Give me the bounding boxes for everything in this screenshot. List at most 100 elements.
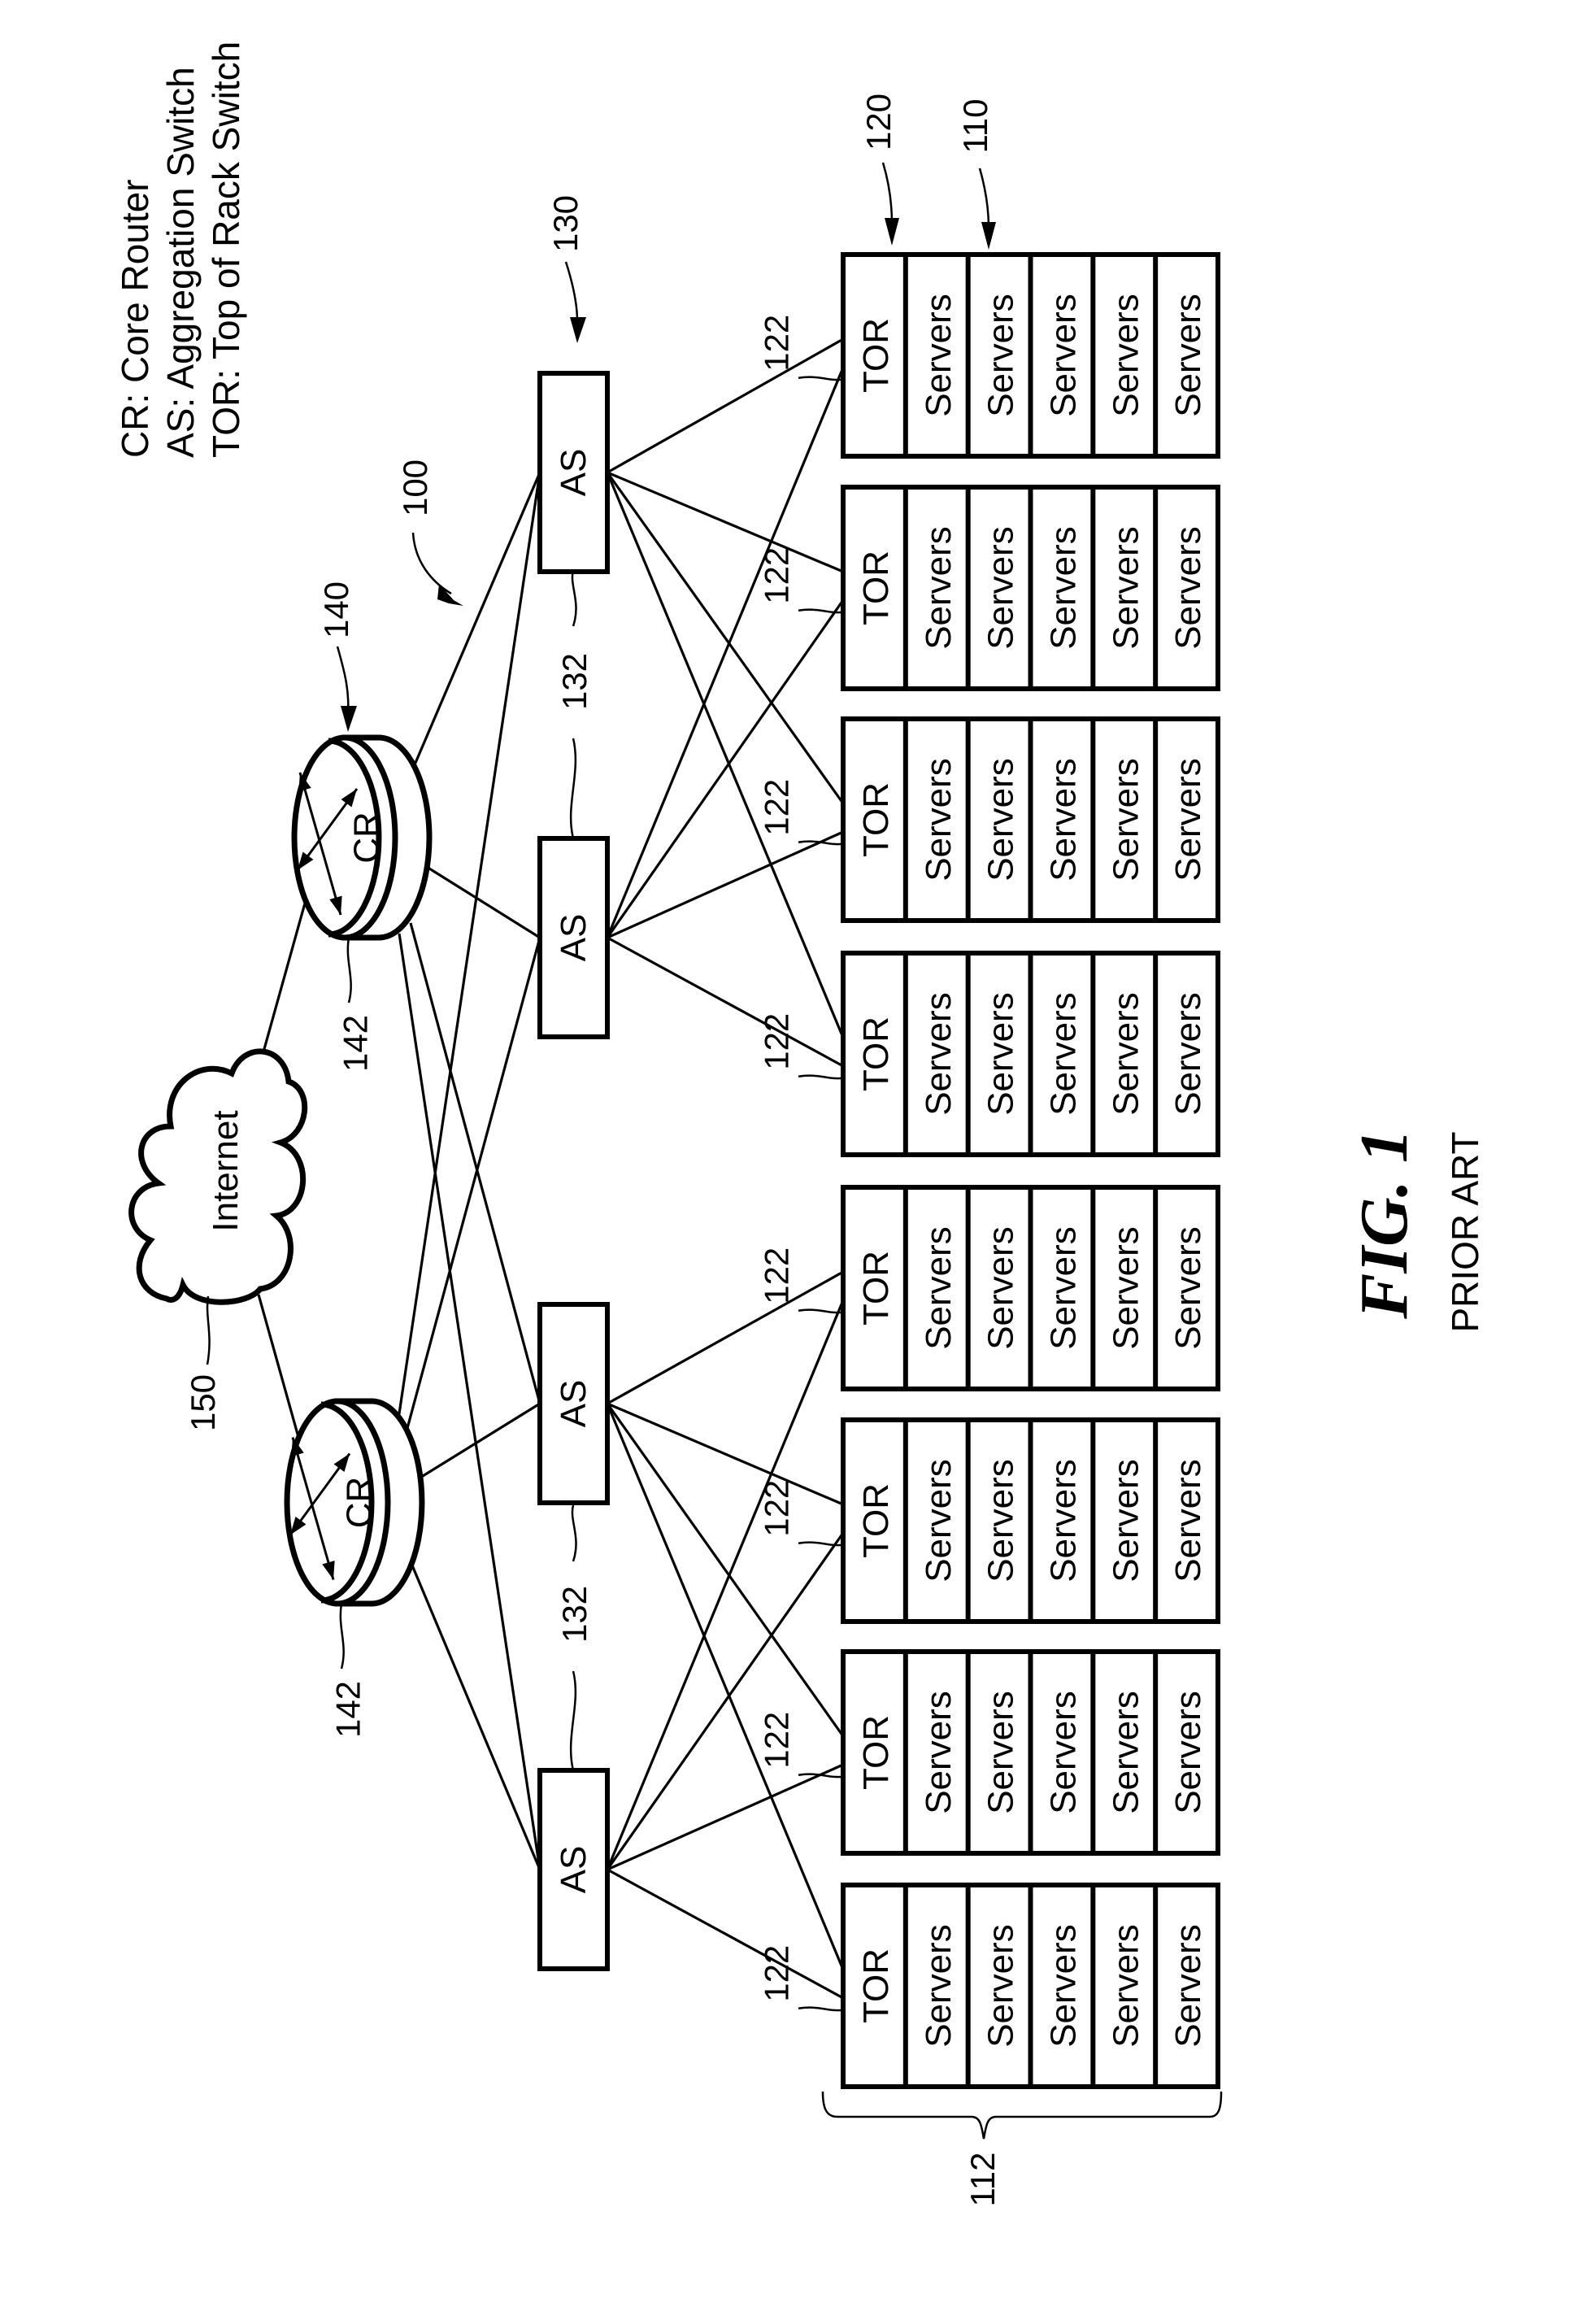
- rack-brace: [821, 2091, 1223, 2140]
- servers-label: Servers: [919, 1691, 959, 1814]
- servers-label: Servers: [919, 1924, 959, 2048]
- leader-130: [564, 261, 579, 322]
- servers-label: Servers: [1106, 1459, 1146, 1582]
- servers-label: Servers: [919, 992, 959, 1116]
- servers-label: Servers: [1106, 1226, 1146, 1350]
- link-as2-tor4: [607, 936, 844, 1068]
- ref-140: 140: [317, 581, 355, 638]
- ref-122: 122: [758, 1247, 796, 1304]
- rack-7: TOR Servers Servers Servers Servers Servers 12…: [758, 1649, 1220, 1856]
- leader-132-bot-b: [569, 1670, 577, 1771]
- ref-110: 110: [956, 99, 994, 154]
- leader-142: [339, 1603, 345, 1670]
- servers-label: Servers: [1168, 1226, 1208, 1350]
- servers-label: Servers: [1106, 1924, 1146, 2048]
- ref-122: 122: [758, 1712, 796, 1769]
- tor-label: TOR: [856, 318, 896, 393]
- servers-label: Servers: [919, 294, 959, 417]
- servers-label: Servers: [1168, 1459, 1208, 1582]
- core-router-2: CR 142: [284, 1398, 425, 1738]
- rack-1: TOR Servers Servers Servers Servers Servers 12…: [758, 252, 1220, 459]
- rack-6: TOR Servers Servers Servers Servers Servers 12…: [758, 1417, 1220, 1624]
- servers-label: Servers: [1106, 526, 1146, 650]
- legend-item-tor: TOR: Top of Rack Switch: [205, 41, 247, 458]
- leader-122: [798, 376, 844, 381]
- servers-label: Servers: [1168, 294, 1208, 417]
- leader-122: [798, 2006, 844, 2012]
- ref-132-top: 132: [555, 653, 594, 710]
- ref-100: 100: [396, 459, 434, 516]
- rack-5: TOR Servers Servers Servers Servers Servers 12…: [758, 1185, 1220, 1391]
- leader-122: [798, 1773, 844, 1778]
- ref-120: 120: [859, 94, 898, 150]
- servers-label: Servers: [919, 1226, 959, 1350]
- servers-label: Servers: [1106, 294, 1146, 417]
- ref-110-callout: 110: [956, 99, 996, 250]
- servers-label: Servers: [1043, 1924, 1083, 2048]
- ref-130-callout: 130: [546, 195, 586, 343]
- servers-label: Servers: [919, 1459, 959, 1582]
- aggregation-switch-3: AS: [537, 1302, 610, 1505]
- figure-title: FIG. 1: [1346, 1129, 1422, 1319]
- link-cr1-as2: [422, 863, 541, 939]
- servers-label: Servers: [981, 1924, 1021, 2048]
- network-diagram: CR: Core Router AS: Aggregation Switch T…: [114, 41, 1486, 2207]
- legend-item-cr: CR: Core Router: [114, 179, 156, 458]
- servers-label: Servers: [1043, 992, 1083, 1116]
- ref-122: 122: [758, 779, 796, 836]
- tor-label: TOR: [856, 782, 896, 857]
- servers-label: Servers: [919, 758, 959, 882]
- link-cr1-as4: [398, 933, 541, 1870]
- arrow-140-icon: [341, 706, 357, 732]
- link-cr2-as3: [415, 1402, 541, 1482]
- ref-130: 130: [546, 195, 585, 252]
- ref-142: 142: [329, 1681, 367, 1738]
- servers-label: Servers: [1168, 1691, 1208, 1814]
- servers-label: Servers: [981, 1459, 1021, 1582]
- leader-142: [346, 937, 352, 1003]
- servers-label: Servers: [1168, 992, 1208, 1116]
- arrow-130-icon: [570, 317, 586, 343]
- ref-122: 122: [758, 547, 796, 604]
- switch-label: AS: [554, 1380, 594, 1428]
- servers-label: Servers: [1043, 1691, 1083, 1814]
- router-label: CR: [347, 812, 387, 864]
- switch-label: AS: [554, 449, 594, 497]
- core-router-1: CR 142: [291, 734, 433, 1072]
- router-label: CR: [340, 1477, 380, 1529]
- ref-132-bottom: 132: [555, 1586, 594, 1643]
- ref-122: 122: [758, 1945, 796, 2002]
- internet-cloud: Internet 150: [128, 1048, 308, 1431]
- leader-110: [978, 168, 990, 229]
- leader-132-bot-a: [571, 1504, 577, 1562]
- leader-132-top-a: [571, 569, 577, 627]
- figure-caption: FIG. 1 PRIOR ART: [1346, 1129, 1486, 1332]
- ref-122: 122: [758, 1013, 796, 1070]
- rack-8: TOR Servers Servers Servers Servers Servers 12…: [758, 1883, 1220, 2089]
- link-internet-cr-2: [257, 1294, 304, 1452]
- servers-label: Servers: [981, 758, 1021, 882]
- link-internet-cr-1: [257, 894, 309, 1070]
- tor-label: TOR: [856, 551, 896, 625]
- leader-122: [798, 1074, 844, 1080]
- legend: CR: Core Router AS: Aggregation Switch T…: [114, 41, 247, 458]
- rack-4: TOR Servers Servers Servers Servers Servers 12…: [758, 951, 1220, 1157]
- servers-label: Servers: [919, 526, 959, 650]
- servers-label: Servers: [1106, 758, 1146, 882]
- ref-120-callout: 120: [859, 94, 899, 246]
- servers-label: Servers: [1168, 758, 1208, 882]
- ref-122: 122: [758, 315, 796, 372]
- link-as4-tor8: [607, 1868, 844, 2000]
- tor-label: TOR: [856, 1483, 896, 1558]
- servers-label: Servers: [1168, 1924, 1208, 2048]
- servers-label: Servers: [1043, 294, 1083, 417]
- servers-label: Servers: [981, 1226, 1021, 1350]
- switch-label: AS: [554, 1846, 594, 1894]
- ref-132-callouts: 132 132: [555, 569, 594, 1771]
- ref-112: 112: [963, 2153, 1002, 2207]
- leader-120: [881, 162, 894, 224]
- ref-142: 142: [337, 1015, 375, 1072]
- rack-3: TOR Servers Servers Servers Servers Servers 12…: [758, 716, 1220, 923]
- figure-subtitle: PRIOR ART: [1444, 1131, 1486, 1332]
- ref-140-callout: 140: [317, 581, 357, 732]
